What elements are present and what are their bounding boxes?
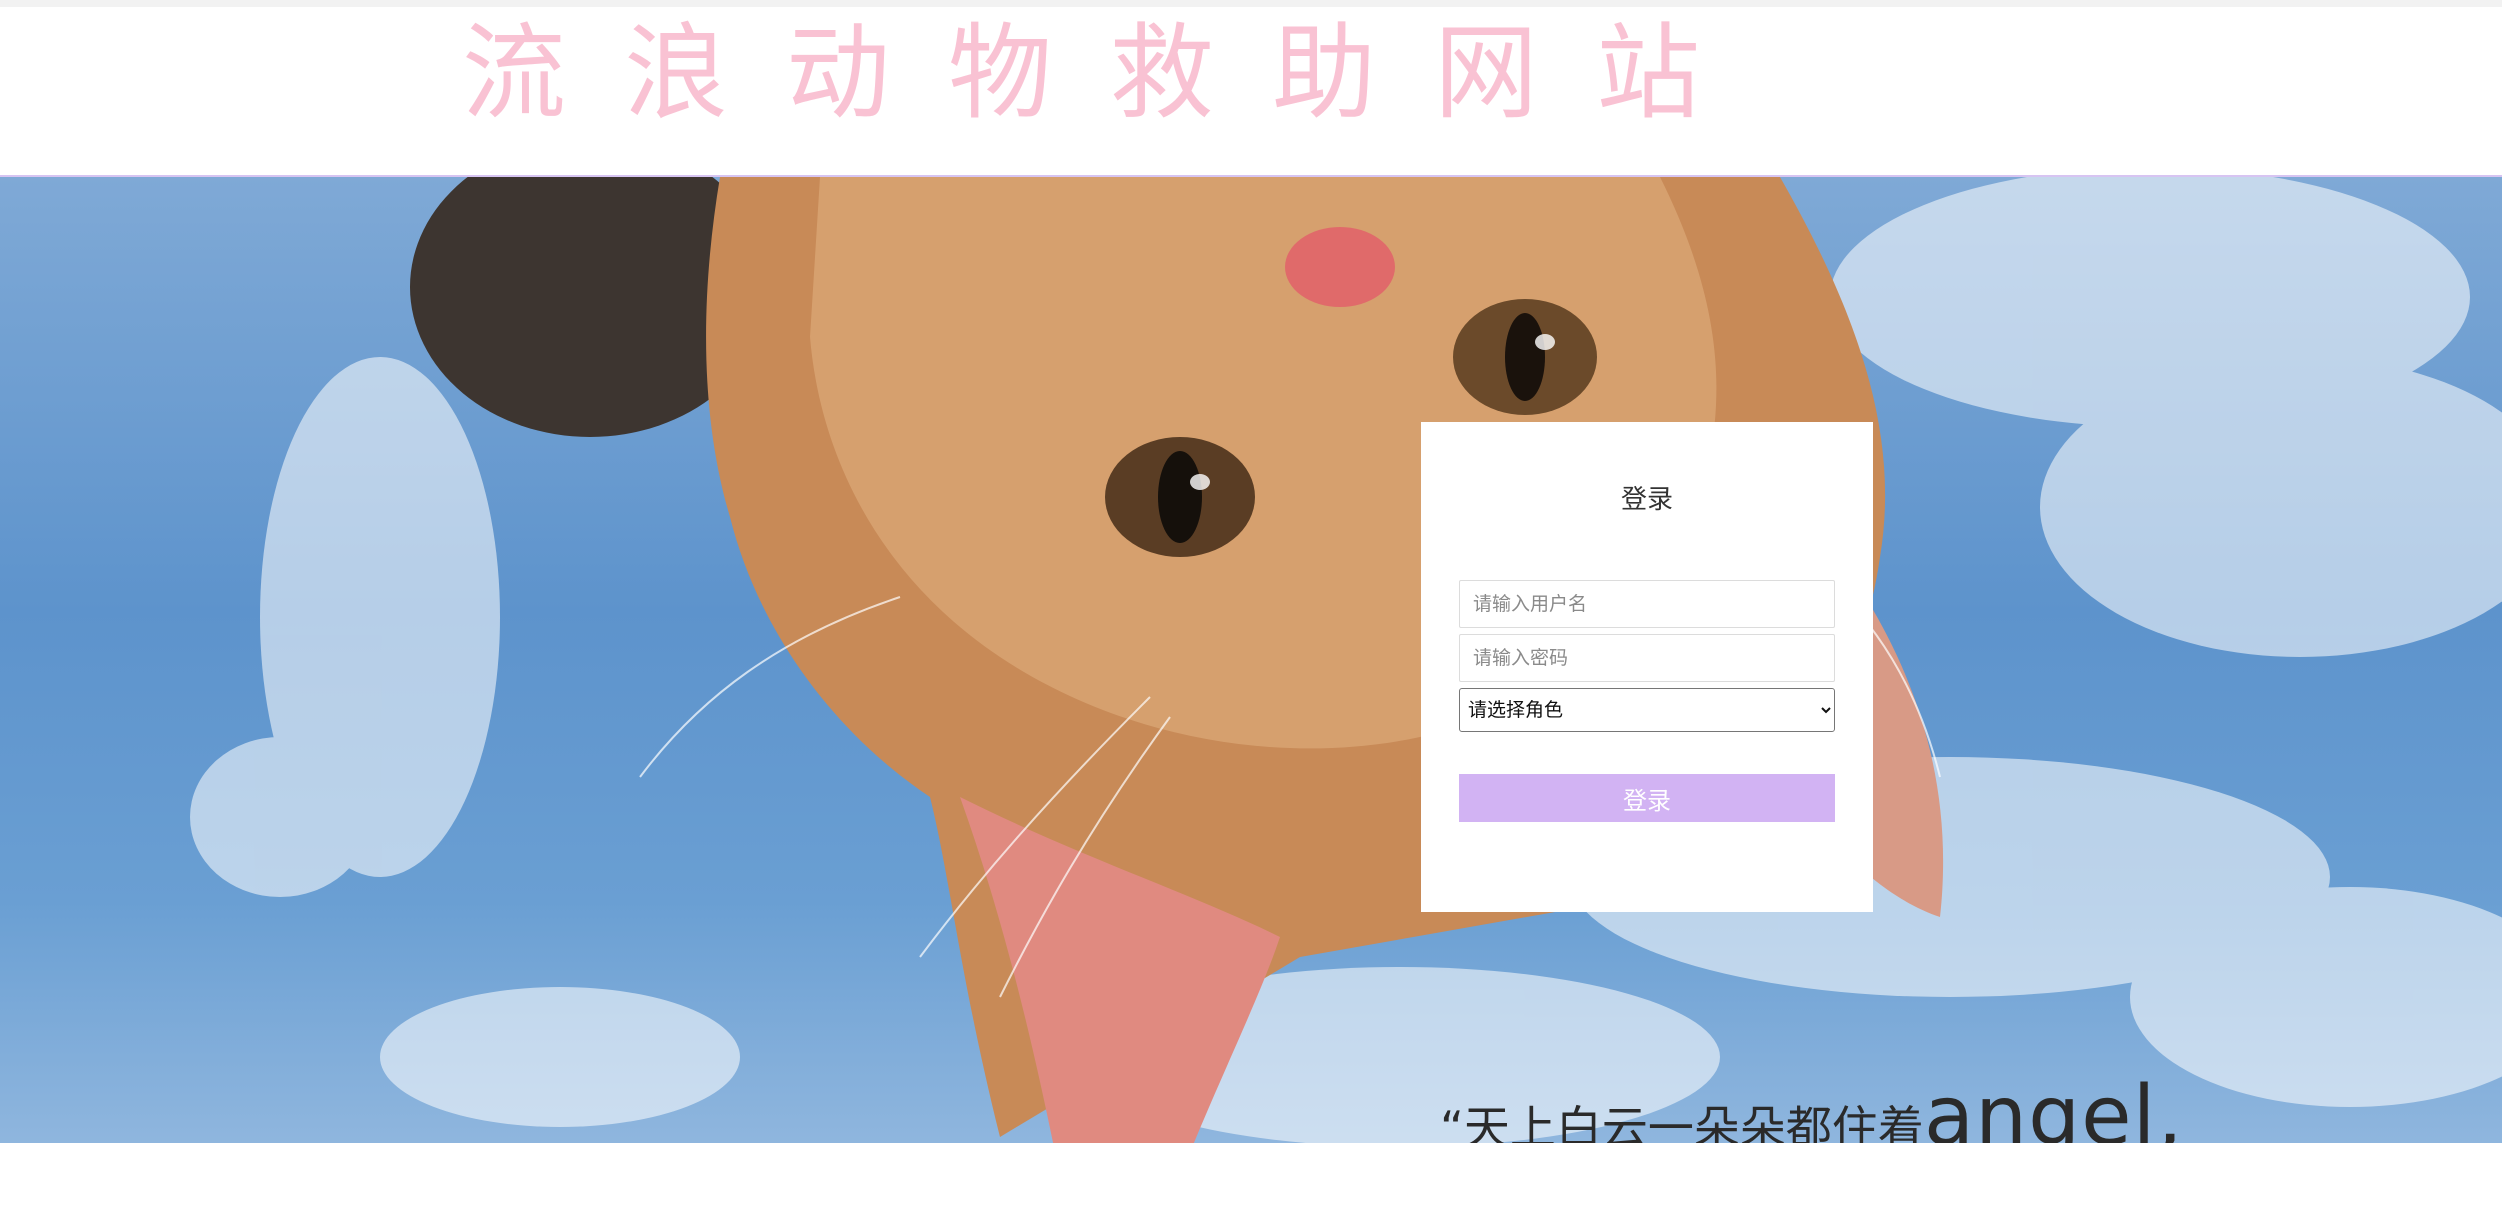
quote-latin: angel, — [1923, 1069, 2184, 1143]
site-header: 流浪动物救助网站 — [0, 7, 2502, 177]
hero-banner: “天上白云一朵朵都住着angel, — [0, 177, 2502, 1143]
login-card: 登录 请选择角色 登录 — [1421, 422, 1873, 912]
password-input[interactable] — [1459, 634, 1835, 682]
site-title: 流浪动物救助网站 — [462, 12, 1759, 134]
quote-cn: “天上白云一朵朵都住着 — [1440, 1101, 1924, 1143]
login-title: 登录 — [1620, 485, 1673, 515]
cat-nose — [1285, 227, 1395, 307]
username-input[interactable] — [1459, 580, 1835, 628]
cat-photo — [190, 177, 2502, 1143]
login-button[interactable]: 登录 — [1459, 774, 1835, 822]
role-select[interactable]: 请选择角色 — [1459, 688, 1835, 732]
top-strip — [0, 0, 2502, 7]
hero-quote: “天上白云一朵朵都住着angel, — [1440, 1067, 2183, 1143]
